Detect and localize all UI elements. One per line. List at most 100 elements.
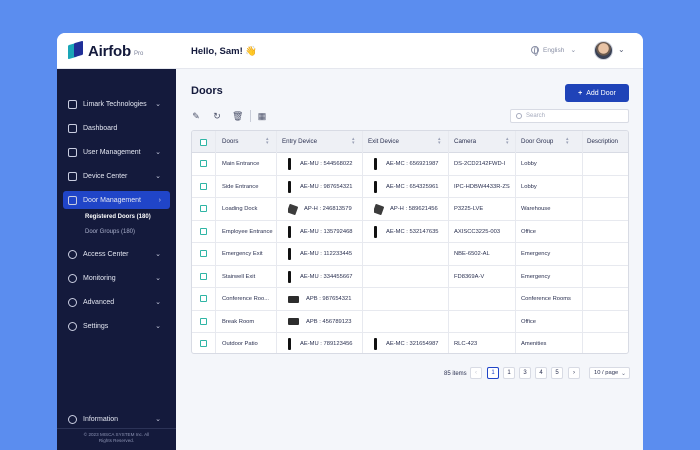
column-header-exit-device[interactable]: Exit Device ▴ ▾: [368, 137, 441, 146]
row-checkbox[interactable]: [200, 340, 207, 347]
page-title: Doors: [191, 85, 223, 97]
search-input[interactable]: Search: [510, 109, 629, 123]
row-checkbox[interactable]: [200, 205, 207, 212]
table-row[interactable]: Loading Dock AP-H : 246813579 AP-H : 58962…: [192, 198, 628, 221]
sidebar-item-organization[interactable]: Limark Technologies ⌄: [63, 95, 170, 113]
cell-description: [587, 176, 628, 198]
calendar-icon[interactable]: ▦: [257, 111, 267, 121]
cell-door: Side Entrance: [222, 183, 259, 190]
page-button[interactable]: 1: [487, 367, 499, 379]
table-row[interactable]: Outdoor Patio AE-MU : 789123456 AE-MC : 32…: [192, 333, 628, 353]
sidebar-item-access-center[interactable]: Access Center ⌄: [63, 245, 170, 263]
chevron-down-icon: ⌄: [155, 251, 161, 258]
sidebar-item-monitoring[interactable]: Monitoring ⌄: [63, 269, 170, 287]
page-button[interactable]: 3: [519, 367, 531, 379]
sidebar-item-information[interactable]: Information ⌄: [63, 410, 170, 428]
app-window: Airfob Pro Hello, Sam! 👋 English ⌄ ⌄ Lim…: [57, 33, 643, 450]
cell-description: [587, 311, 628, 333]
sidebar-item-device-center[interactable]: Device Center ⌄: [63, 167, 170, 185]
plus-icon: +: [578, 89, 583, 97]
cell-camera: DS-2CD2142FWD-I: [454, 161, 506, 167]
table-row[interactable]: Break Room APB : 456789123 Office: [192, 311, 628, 333]
chevron-down-icon: ⌄: [570, 47, 577, 54]
device-icon: [288, 270, 291, 283]
sub-item-registered-doors[interactable]: Registered Doors (180): [85, 214, 151, 220]
sidebar-item-label: Monitoring: [83, 274, 116, 282]
add-door-button[interactable]: + Add Door: [565, 84, 629, 102]
sidebar-item-label: Settings: [83, 322, 109, 330]
column-header-entry-device[interactable]: Entry Device ▴ ▾: [282, 137, 355, 146]
chevron-down-icon: ⌄: [155, 299, 161, 306]
row-checkbox[interactable]: [200, 182, 207, 190]
cell-door: Outdoor Patio: [222, 341, 258, 347]
avatar[interactable]: [594, 41, 613, 60]
cell-door: Conference Roo...: [222, 296, 270, 302]
device-icon: [288, 295, 299, 303]
refresh-icon[interactable]: ↻: [212, 111, 222, 121]
chevron-down-icon: ⌄: [155, 173, 161, 180]
sidebar-item-door-management[interactable]: Door Management ›: [63, 191, 170, 209]
column-header-door-group[interactable]: Door Group ▴ ▾: [521, 137, 569, 146]
page-button[interactable]: 5: [551, 367, 563, 379]
key-icon: [68, 249, 77, 259]
cell-camera: AXISCC3225-003: [454, 228, 501, 235]
page-button[interactable]: 1: [503, 367, 515, 379]
sidebar-item-label: Limark Technologies: [83, 100, 147, 108]
info-icon: [68, 414, 77, 424]
sidebar: Limark Technologies ⌄ Dashboard User Man…: [57, 69, 176, 450]
sidebar-item-advanced[interactable]: Advanced ⌄: [63, 293, 170, 311]
sidebar-item-user-management[interactable]: User Management ⌄: [63, 143, 170, 161]
next-page-button[interactable]: ›: [568, 367, 580, 379]
cell-description: [587, 198, 628, 220]
entry-device-label: AE-MU : 334455667: [300, 273, 353, 280]
prev-page-button[interactable]: ‹: [470, 367, 482, 379]
table-row[interactable]: Employee Entrance AE-MU : 135792468 AE-MC …: [192, 221, 628, 243]
device-icon: [288, 248, 291, 260]
page-size-select[interactable]: 10 / page ⌄: [589, 367, 630, 379]
cell-camera: RLC-423: [454, 341, 478, 347]
account-chevron-down-icon[interactable]: ⌄: [618, 45, 625, 54]
language-selector[interactable]: English ⌄: [531, 46, 577, 56]
column-header-description[interactable]: Description: [587, 138, 618, 145]
cell-description: [587, 221, 628, 243]
select-all-checkbox[interactable]: [200, 139, 207, 146]
cell-door: Break Room: [222, 318, 255, 325]
search-icon: [516, 113, 522, 119]
cell-entry-device: AP-H : 246813579: [288, 198, 360, 220]
logo[interactable]: Airfob Pro: [68, 40, 143, 60]
cell-door-group: Amenities: [521, 341, 547, 347]
chevron-down-icon: ⌄: [155, 323, 161, 330]
row-checkbox[interactable]: [200, 160, 207, 167]
device-icon: [288, 180, 291, 193]
cell-exit-device: AE-MC : 656921987: [374, 153, 446, 175]
row-checkbox[interactable]: [200, 250, 207, 257]
table-row[interactable]: Stairwell Exit AE-MU : 334455667 FD8369A-V…: [192, 266, 628, 288]
sidebar-item-settings[interactable]: Settings ⌄: [63, 317, 170, 335]
page-button[interactable]: 4: [535, 367, 547, 379]
edit-icon[interactable]: ✎: [191, 111, 201, 121]
row-checkbox[interactable]: [200, 317, 207, 325]
table-row[interactable]: Emergency Exit AE-MU : 112233445 NBE-6502-…: [192, 243, 628, 266]
delete-icon[interactable]: 🗑: [232, 111, 243, 121]
table-row[interactable]: Side Entrance AE-MU : 987654321 AE-MC : 65…: [192, 176, 628, 198]
device-icon: [68, 171, 77, 181]
row-checkbox[interactable]: [200, 272, 207, 280]
column-header-camera[interactable]: Camera ▴ ▾: [454, 137, 509, 146]
row-checkbox[interactable]: [200, 295, 207, 302]
cell-entry-device: AE-MU : 334455667: [288, 266, 360, 288]
cell-camera: [454, 288, 514, 310]
table-row[interactable]: Conference Roo... APB : 987654321 Conferen…: [192, 288, 628, 311]
cell-door-group: Warehouse: [521, 206, 551, 212]
column-header-doors[interactable]: Doors ▴ ▾: [222, 137, 269, 146]
table-row[interactable]: Main Entrance AE-MU : 544568022 AE-MC : 65…: [192, 153, 628, 176]
row-checkbox[interactable]: [200, 227, 207, 235]
gear-icon: [68, 297, 77, 307]
cell-exit-device: AP-H : 589621456: [374, 198, 446, 220]
device-icon: [374, 180, 377, 193]
device-icon: [288, 338, 291, 350]
cell-door: Stairwell Exit: [222, 273, 256, 280]
cell-description: [587, 288, 628, 310]
sub-item-door-groups[interactable]: Door Groups (180): [85, 229, 135, 235]
doors-table: Doors ▴ ▾ Entry Device ▴ ▾ Exit Device ▴ ▾ Cam…: [191, 130, 629, 354]
sidebar-item-dashboard[interactable]: Dashboard: [63, 119, 170, 137]
